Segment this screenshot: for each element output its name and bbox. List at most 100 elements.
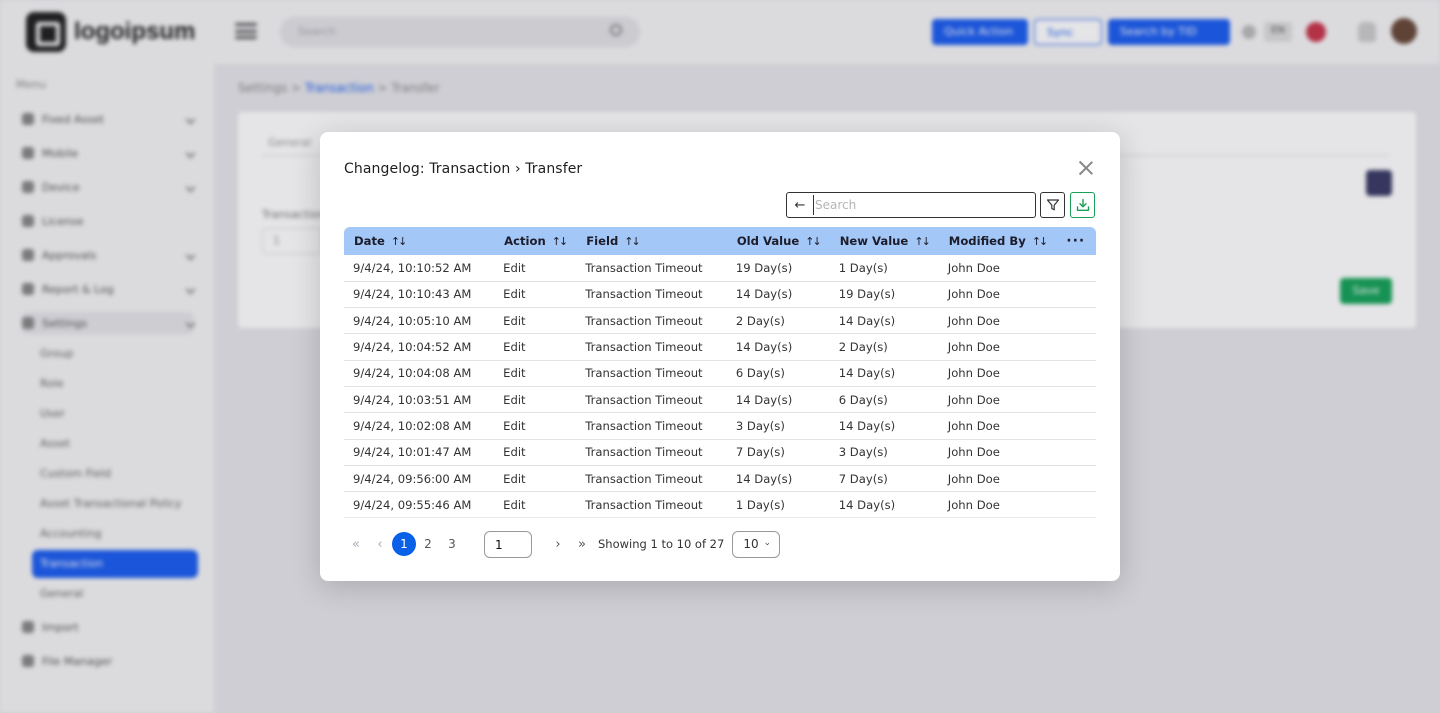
cell-date: 9/4/24, 10:10:52 AM [344, 255, 495, 282]
cell-old-value: 6 Day(s) [726, 360, 830, 387]
changelog-table: Date ↑↓ Action ↑↓ Field ↑↓ Old Value ↑↓ … [344, 227, 1096, 519]
cell-field: Transaction Timeout [576, 255, 727, 282]
cell-date: 9/4/24, 10:04:52 AM [344, 333, 495, 361]
cell-modified-by: John Doe [938, 412, 1057, 440]
table-row[interactable]: 9/4/24, 10:10:43 AM Edit Transaction Timeo… [344, 281, 1096, 309]
cell-action: Edit [494, 255, 577, 282]
last-page-icon[interactable]: » [570, 537, 594, 552]
cell-empty [1056, 412, 1096, 440]
sort-icon[interactable]: ↑↓ [1032, 235, 1049, 248]
cell-empty [1056, 360, 1096, 387]
pagination-info: Showing 1 to 10 of 27 [598, 537, 725, 551]
table-row[interactable]: 9/4/24, 10:10:52 AM Edit Transaction Timeo… [344, 255, 1096, 282]
cell-action: Edit [494, 307, 577, 335]
cell-empty [1056, 465, 1096, 493]
changelog-search-input[interactable] [813, 195, 1031, 215]
cell-old-value: 14 Day(s) [726, 281, 830, 309]
table-row[interactable]: 9/4/24, 10:04:52 AM Edit Transaction Timeo… [344, 333, 1096, 361]
cell-modified-by: John Doe [938, 491, 1057, 519]
pagination: « ‹ 1 2 3 1 › » Showing 1 to 10 of 27 10 [344, 530, 781, 558]
back-arrow-icon[interactable]: ← [787, 193, 813, 217]
table-row[interactable]: 9/4/24, 09:56:00 AM Edit Transaction Timeo… [344, 465, 1096, 493]
cell-old-value: 2 Day(s) [726, 307, 830, 335]
column-header-old-value[interactable]: Old Value ↑↓ [727, 227, 830, 255]
modal-title: Changelog: Transaction › Transfer [344, 161, 583, 177]
page-button-2[interactable]: 2 [416, 532, 440, 556]
cell-old-value: 7 Day(s) [726, 439, 830, 466]
page-jump-input[interactable]: 1 [484, 530, 532, 558]
cell-field: Transaction Timeout [576, 465, 727, 493]
cell-action: Edit [494, 465, 577, 493]
cell-field: Transaction Timeout [576, 412, 727, 440]
cell-action: Edit [494, 439, 577, 466]
page-size-select[interactable]: 10 [732, 530, 781, 558]
table-row[interactable]: 9/4/24, 10:05:10 AM Edit Transaction Timeo… [344, 307, 1096, 335]
cell-old-value: 14 Day(s) [726, 465, 830, 493]
cell-action: Edit [494, 333, 577, 361]
cell-date: 9/4/24, 10:04:08 AM [344, 360, 495, 387]
cell-modified-by: John Doe [938, 360, 1057, 387]
cell-field: Transaction Timeout [576, 491, 727, 519]
table-row[interactable]: 9/4/24, 10:01:47 AM Edit Transaction Timeo… [344, 439, 1096, 466]
cell-field: Transaction Timeout [576, 281, 727, 309]
page-button-1[interactable]: 1 [392, 532, 416, 556]
cell-date: 9/4/24, 10:02:08 AM [344, 412, 495, 440]
cell-empty [1056, 439, 1096, 466]
column-header-date[interactable]: Date ↑↓ [344, 227, 494, 255]
changelog-modal: Changelog: Transaction › Transfer ← Date… [320, 132, 1120, 581]
cell-empty [1056, 333, 1096, 361]
cell-empty [1056, 255, 1096, 282]
sort-icon[interactable]: ↑↓ [624, 235, 641, 248]
cell-new-value: 3 Day(s) [829, 439, 939, 466]
cell-field: Transaction Timeout [576, 360, 727, 387]
cell-action: Edit [494, 491, 577, 519]
page-button-3[interactable]: 3 [440, 532, 464, 556]
cell-date: 9/4/24, 10:10:43 AM [344, 281, 495, 309]
sort-icon[interactable]: ↑↓ [914, 235, 931, 248]
cell-modified-by: John Doe [938, 465, 1057, 493]
cell-modified-by: John Doe [938, 439, 1057, 466]
column-header-action[interactable]: Action ↑↓ [494, 227, 576, 255]
cell-new-value: 14 Day(s) [829, 491, 939, 519]
cell-modified-by: John Doe [938, 386, 1057, 414]
column-header-new-value[interactable]: New Value ↑↓ [830, 227, 939, 255]
first-page-icon[interactable]: « [344, 537, 368, 552]
cell-date: 9/4/24, 10:05:10 AM [344, 307, 495, 335]
column-header-field[interactable]: Field ↑↓ [576, 227, 727, 255]
cell-empty [1056, 307, 1096, 335]
close-icon[interactable] [1078, 160, 1094, 176]
cell-empty [1056, 491, 1096, 519]
cell-modified-by: John Doe [938, 307, 1057, 335]
cell-date: 9/4/24, 10:01:47 AM [344, 439, 495, 466]
changelog-search: ← [786, 192, 1036, 218]
table-row[interactable]: 9/4/24, 10:03:51 AM Edit Transaction Timeo… [344, 386, 1096, 414]
next-page-icon[interactable]: › [546, 537, 570, 552]
cell-modified-by: John Doe [938, 255, 1057, 282]
table-row[interactable]: 9/4/24, 09:55:46 AM Edit Transaction Timeo… [344, 491, 1096, 519]
column-header-modified-by[interactable]: Modified By ↑↓ [939, 227, 1056, 255]
table-row[interactable]: 9/4/24, 10:02:08 AM Edit Transaction Timeo… [344, 412, 1096, 440]
cell-old-value: 19 Day(s) [726, 255, 830, 282]
cell-field: Transaction Timeout [576, 439, 727, 466]
cell-action: Edit [494, 386, 577, 414]
cell-old-value: 14 Day(s) [726, 333, 830, 361]
more-options-icon[interactable]: ··· [1056, 227, 1096, 255]
chevron-down-icon [764, 542, 770, 546]
cell-new-value: 19 Day(s) [829, 281, 939, 309]
sort-icon[interactable]: ↑↓ [805, 235, 822, 248]
cell-modified-by: John Doe [938, 333, 1057, 361]
table-header-row: Date ↑↓ Action ↑↓ Field ↑↓ Old Value ↑↓ … [344, 227, 1096, 255]
table-row[interactable]: 9/4/24, 10:04:08 AM Edit Transaction Timeo… [344, 360, 1096, 387]
download-button[interactable] [1070, 192, 1095, 218]
cell-field: Transaction Timeout [576, 307, 727, 335]
prev-page-icon[interactable]: ‹ [368, 537, 392, 552]
filter-button[interactable] [1040, 192, 1065, 218]
cell-old-value: 3 Day(s) [726, 412, 830, 440]
page-size-value: 10 [743, 537, 759, 551]
download-icon [1076, 198, 1089, 211]
sort-icon[interactable]: ↑↓ [391, 235, 408, 248]
sort-icon[interactable]: ↑↓ [552, 235, 569, 248]
cell-action: Edit [494, 281, 577, 309]
cell-date: 9/4/24, 09:56:00 AM [344, 465, 495, 493]
cell-date: 9/4/24, 10:03:51 AM [344, 386, 495, 414]
